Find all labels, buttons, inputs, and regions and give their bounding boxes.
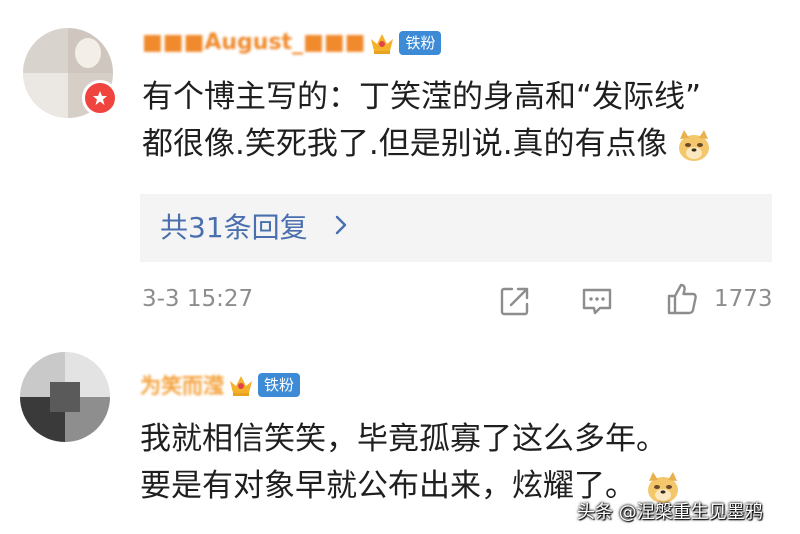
comment-1-line-2: 都很像.笑死我了.但是别说.真的有点像: [142, 126, 668, 162]
share-icon[interactable]: [498, 284, 532, 318]
comment-2-username[interactable]: 为笑而滢: [140, 370, 224, 400]
crown-icon: [230, 376, 252, 396]
vip-badge-icon: [82, 80, 118, 116]
comment-2-header: 为笑而滢 铁粉: [140, 370, 301, 400]
comment-1-timestamp: 3-3 15:27: [142, 286, 254, 312]
comment-1-line-2-wrap: 都很像.笑死我了.但是别说.真的有点像: [142, 121, 711, 168]
view-replies-link[interactable]: 共31条回复: [160, 206, 308, 250]
crown-icon: [371, 33, 394, 54]
comment-1-username[interactable]: ■■■August_■■■: [142, 30, 365, 55]
comment-1-text: 有个博主写的：丁笑滢的身高和“发际线” 都很像.笑死我了.但是别说.真的有点像: [142, 74, 711, 168]
fan-badge: 铁粉: [399, 30, 442, 55]
doge-emoji-icon: [679, 129, 710, 161]
comment-1-header: ■■■August_■■■ 铁粉: [142, 30, 442, 55]
comment-2-line-2: 要是有对象早就公布出来，炫耀了。: [140, 468, 636, 504]
comment-icon[interactable]: [580, 284, 614, 318]
avatar-user-2[interactable]: [20, 352, 110, 442]
like-icon[interactable]: [665, 282, 699, 316]
comment-2-text: 我就相信笑笑，毕竟孤寡了这么多年。 要是有对象早就公布出来，炫耀了。: [140, 416, 680, 510]
fan-badge: 铁粉: [258, 373, 301, 397]
chevron-right-icon[interactable]: [330, 214, 352, 236]
comment-1-line-1: 有个博主写的：丁笑滢的身高和“发际线”: [142, 79, 702, 115]
watermark: 头条 @涅槃重生见墨鸦: [577, 502, 763, 523]
comment-2-line-1: 我就相信笑笑，毕竟孤寡了这么多年。: [140, 421, 667, 457]
comment-1-like-count: 1773: [714, 286, 773, 312]
